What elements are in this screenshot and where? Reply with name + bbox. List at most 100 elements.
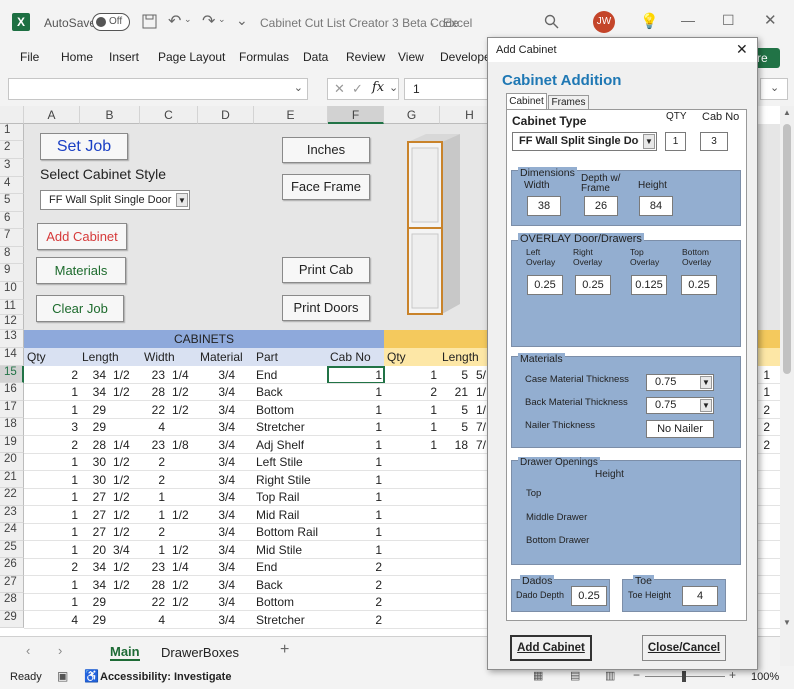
cell-qty[interactable]: 4	[24, 613, 78, 627]
cell-qty[interactable]: 1	[24, 578, 78, 592]
col-header-f[interactable]: F	[328, 106, 384, 124]
col-header-g[interactable]: G	[384, 106, 440, 124]
cell-width-whole[interactable]: 1	[140, 490, 165, 504]
name-box-dropdown-icon[interactable]: ⌄	[294, 81, 303, 94]
menu-data[interactable]: Data	[303, 50, 328, 64]
menu-file[interactable]: File	[20, 50, 39, 64]
cell-material[interactable]: 3/4	[198, 613, 235, 627]
cell-part[interactable]: Stretcher	[256, 613, 305, 627]
cell-width-fraction[interactable]: 1/2	[172, 543, 189, 557]
row-header[interactable]: 10	[0, 282, 24, 300]
cell-right-fraction[interactable]: 1/	[476, 403, 486, 417]
cell-material[interactable]: 3/4	[198, 560, 235, 574]
row-header[interactable]: 21	[0, 471, 24, 488]
cell-qty[interactable]: 1	[24, 543, 78, 557]
cell-width-whole[interactable]: 2	[140, 473, 165, 487]
row-header[interactable]: 20	[0, 453, 24, 471]
row-header[interactable]: 29	[0, 611, 24, 628]
cell-width-whole[interactable]: 23	[140, 560, 165, 574]
cell-part[interactable]: End	[256, 368, 277, 382]
cell-qty[interactable]: 1	[24, 385, 78, 399]
cell-width-whole[interactable]: 1	[140, 543, 165, 557]
dropdown-arrow-icon[interactable]: ▼	[176, 193, 188, 207]
undo-dropdown-icon[interactable]: ⌄	[184, 14, 192, 25]
dado-depth-input[interactable]: 0.25	[571, 586, 607, 606]
cell-length-fraction[interactable]: 1/2	[113, 508, 130, 522]
bottom-overlay-input[interactable]: 0.25	[681, 275, 717, 295]
cell-material[interactable]: 3/4	[198, 385, 235, 399]
cell-right-qty[interactable]: 1	[384, 403, 437, 417]
toe-height-input[interactable]: 4	[682, 586, 718, 606]
cell-material[interactable]: 3/4	[198, 455, 235, 469]
cell-length-fraction[interactable]: 1/2	[113, 368, 130, 382]
top-overlay-input[interactable]: 0.125	[631, 275, 667, 295]
dialog-close-icon[interactable]: ✕	[736, 41, 748, 58]
inches-button[interactable]: Inches	[282, 137, 370, 163]
cell-width-whole[interactable]: 2	[140, 455, 165, 469]
page-layout-view-icon[interactable]: ▤	[570, 669, 580, 682]
add-cabinet-sheet-button[interactable]: Add Cabinet	[37, 223, 127, 250]
insert-function-icon[interactable]: fx	[372, 80, 384, 95]
cell-length-fraction[interactable]: 1/2	[113, 455, 130, 469]
cell-cab-no[interactable]: 2	[328, 578, 382, 592]
expand-formula-bar[interactable]: ⌄	[760, 78, 788, 100]
row-header[interactable]: 9	[0, 264, 24, 282]
cell-length-fraction[interactable]: 1/2	[113, 578, 130, 592]
cell-material[interactable]: 3/4	[198, 403, 235, 417]
zoom-out-icon[interactable]: −	[633, 668, 640, 682]
cab-no-input[interactable]: 3	[700, 132, 728, 151]
style-dropdown[interactable]: FF Wall Split Single Door ▼	[40, 190, 190, 210]
row-header[interactable]: 8	[0, 247, 24, 264]
row-header[interactable]: 1	[0, 124, 24, 141]
col-header-e[interactable]: E	[254, 106, 328, 124]
window-close-icon[interactable]: ✕	[764, 11, 777, 29]
cell-cab-no[interactable]: 1	[328, 455, 382, 469]
cell-width-fraction[interactable]: 1/2	[172, 403, 189, 417]
cell-cab-no[interactable]: 1	[328, 508, 382, 522]
cell-part[interactable]: Back	[256, 578, 283, 592]
cell-width-whole[interactable]: 22	[140, 403, 165, 417]
cell-width-fraction[interactable]: 1/4	[172, 368, 189, 382]
clear-job-button[interactable]: Clear Job	[36, 295, 124, 322]
search-icon[interactable]	[544, 14, 559, 29]
row-header[interactable]: 13	[0, 330, 24, 348]
width-input[interactable]: 38	[527, 196, 561, 216]
cell-qty[interactable]: 3	[24, 420, 78, 434]
cell-length-whole[interactable]: 29	[80, 613, 106, 627]
cell-cab-no[interactable]: 2	[328, 595, 382, 609]
cell-length-whole[interactable]: 34	[80, 560, 106, 574]
col-header-a[interactable]: A	[24, 106, 80, 124]
accessibility-icon[interactable]: ♿	[84, 669, 99, 683]
cell-length-whole[interactable]: 29	[80, 403, 106, 417]
cell-qty[interactable]: 2	[24, 368, 78, 382]
cell-width-whole[interactable]: 2	[140, 525, 165, 539]
row-header[interactable]: 12	[0, 315, 24, 330]
row-header[interactable]: 24	[0, 523, 24, 541]
right-overlay-input[interactable]: 0.25	[575, 275, 611, 295]
cell-material[interactable]: 3/4	[198, 595, 235, 609]
next-sheet-icon[interactable]: ›	[58, 643, 62, 658]
cell-cab-no[interactable]: 1	[328, 385, 382, 399]
cell-part[interactable]: Right Stile	[256, 473, 311, 487]
cell-length-whole[interactable]: 27	[80, 525, 106, 539]
zoom-level[interactable]: 100%	[751, 671, 779, 683]
restore-icon[interactable]: ☐	[722, 12, 735, 29]
row-header[interactable]: 28	[0, 593, 24, 611]
row-header[interactable]: 16	[0, 383, 24, 401]
add-cabinet-button[interactable]: Add Cabinet	[510, 635, 592, 661]
set-job-button[interactable]: Set Job	[40, 133, 128, 160]
cell-qty[interactable]: 1	[24, 595, 78, 609]
cell-length-whole[interactable]: 30	[80, 473, 106, 487]
cell-length-whole[interactable]: 30	[80, 455, 106, 469]
add-sheet-icon[interactable]: +	[280, 641, 289, 659]
cell-qty[interactable]: 1	[24, 490, 78, 504]
cell-length-fraction[interactable]: 1/2	[113, 473, 130, 487]
minimize-icon[interactable]: —	[681, 12, 695, 28]
cell-length-fraction[interactable]: 3/4	[113, 543, 130, 557]
cell-material[interactable]: 3/4	[198, 473, 235, 487]
scroll-down-icon[interactable]: ▼	[783, 618, 791, 627]
cell-part[interactable]: Stretcher	[256, 420, 305, 434]
cell-material[interactable]: 3/4	[198, 438, 235, 452]
accessibility-status[interactable]: Accessibility: Investigate	[100, 671, 231, 683]
cell-cab-no[interactable]: 1	[328, 490, 382, 504]
